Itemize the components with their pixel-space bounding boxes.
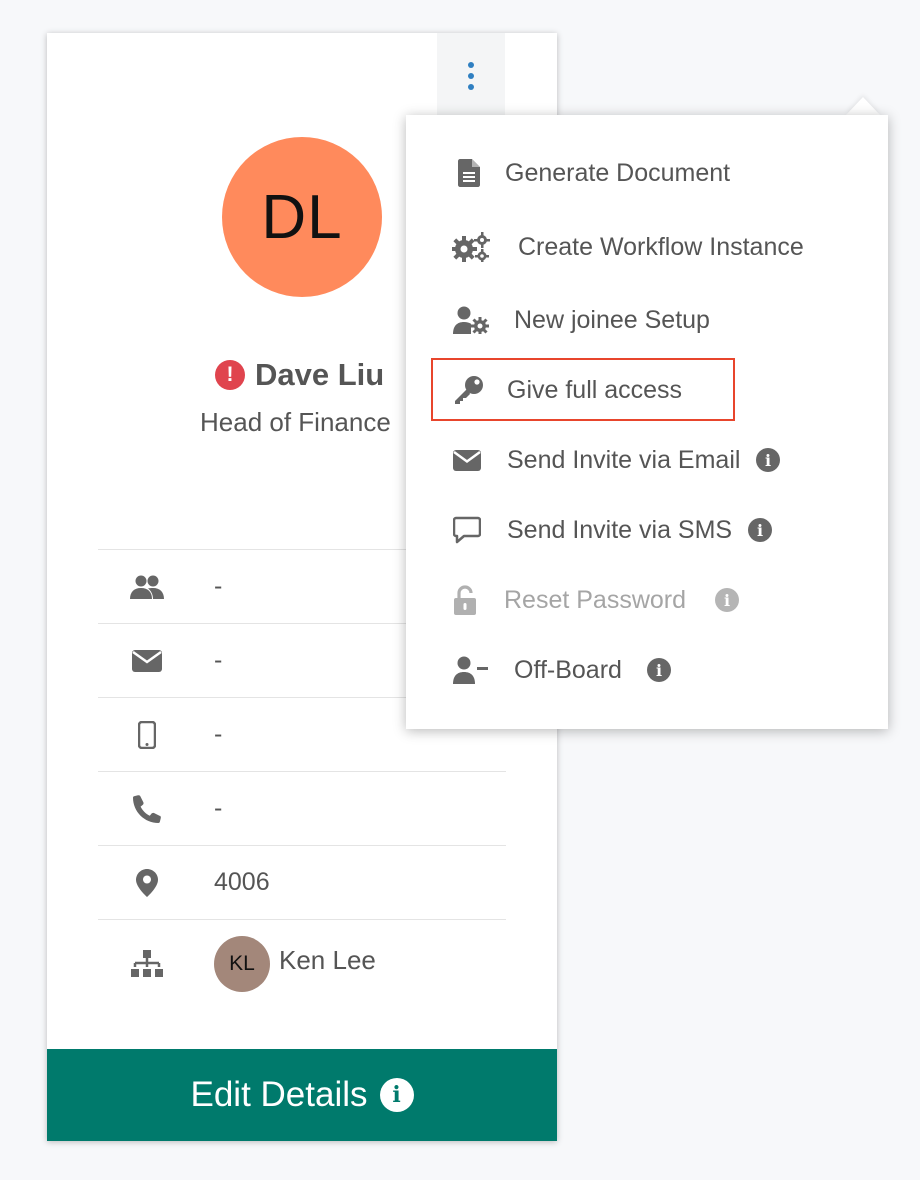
mobile-value: - xyxy=(214,720,223,748)
menu-label: Create Workflow Instance xyxy=(518,232,804,261)
menu-label: Reset Password xyxy=(504,585,687,614)
manager-name: Ken Lee xyxy=(279,944,376,975)
mobile-icon xyxy=(130,720,164,749)
menu-item-send-invite-sms[interactable]: Send Invite via SMS i xyxy=(406,505,888,555)
menu-item-send-invite-email[interactable]: Send Invite via Email i xyxy=(406,435,888,485)
actions-menu: Generate Document Create Workflow Instan… xyxy=(406,115,888,729)
menu-label: New joinee Setup xyxy=(514,305,710,334)
menu-item-off-board[interactable]: Off-Board i xyxy=(406,645,888,695)
avatar: DL xyxy=(222,137,382,297)
map-marker-icon xyxy=(130,868,164,897)
menu-label: Send Invite via SMS xyxy=(507,515,733,544)
phone-icon xyxy=(130,794,164,823)
org-chart-icon xyxy=(130,950,164,978)
gears-icon xyxy=(452,231,490,263)
menu-label: Generate Document xyxy=(505,158,731,187)
menu-item-create-workflow[interactable]: Create Workflow Instance xyxy=(406,222,888,272)
phone-row: - xyxy=(98,771,506,845)
info-icon[interactable]: i xyxy=(379,1078,414,1112)
edit-details-button[interactable]: Edit Details i xyxy=(47,1049,557,1141)
info-icon[interactable]: i xyxy=(748,518,772,542)
envelope-icon xyxy=(130,647,164,675)
menu-item-new-joinee-setup[interactable]: New joinee Setup xyxy=(406,295,888,345)
location-value: 4006 xyxy=(214,868,270,896)
document-icon xyxy=(450,157,488,189)
phone-value: - xyxy=(214,794,223,822)
info-icon[interactable]: i xyxy=(756,448,780,472)
more-options-button[interactable] xyxy=(437,33,505,119)
menu-arrow xyxy=(846,97,880,115)
comment-icon xyxy=(448,514,486,546)
manager-avatar: KL xyxy=(214,936,270,992)
menu-label: Off-Board xyxy=(514,655,622,684)
job-title: Head of Finance xyxy=(200,407,391,437)
users-icon xyxy=(130,573,164,601)
name-row: ! Dave Liu xyxy=(215,353,384,397)
unlock-icon xyxy=(446,584,484,616)
info-icon[interactable]: i xyxy=(715,588,739,612)
key-icon xyxy=(450,374,488,406)
location-row: 4006 xyxy=(98,845,506,919)
user-cog-icon xyxy=(452,304,490,336)
manager-row: KL Ken Lee xyxy=(98,919,506,1008)
menu-label: Send Invite via Email xyxy=(507,445,741,474)
employee-name: Dave Liu xyxy=(255,357,385,392)
exclamation-icon: ! xyxy=(215,360,245,390)
user-minus-icon xyxy=(452,654,490,686)
info-icon[interactable]: i xyxy=(647,658,671,682)
team-value: - xyxy=(214,572,223,600)
manager[interactable]: KL Ken Lee xyxy=(214,936,376,992)
envelope-icon xyxy=(448,444,486,476)
edit-details-label: Edit Details xyxy=(190,1075,368,1114)
menu-item-generate-document[interactable]: Generate Document xyxy=(406,148,888,198)
menu-label: Give full access xyxy=(507,375,683,404)
menu-item-give-full-access[interactable]: Give full access xyxy=(406,365,888,415)
menu-item-reset-password[interactable]: Reset Password i xyxy=(406,575,888,625)
email-value: - xyxy=(214,646,223,674)
